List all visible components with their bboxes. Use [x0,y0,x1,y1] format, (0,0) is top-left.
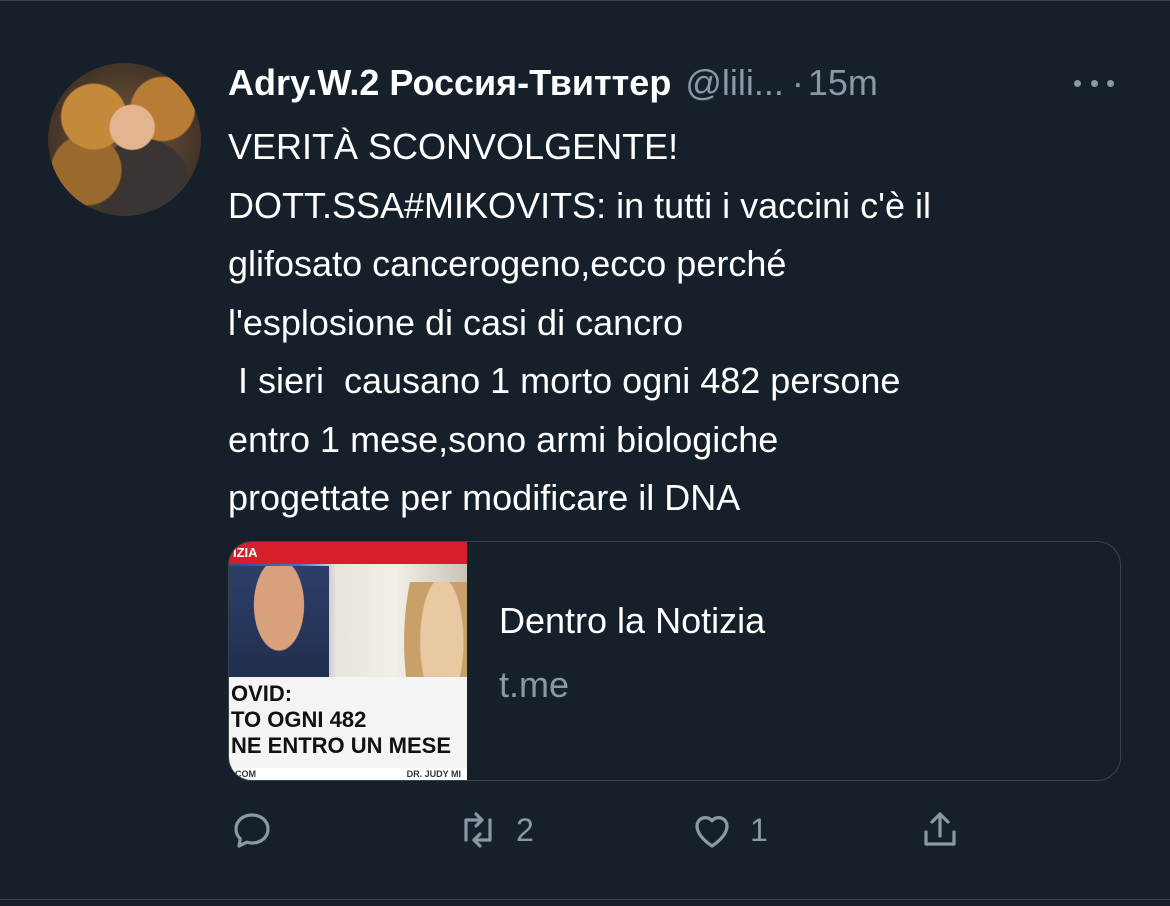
handle[interactable]: @lili... [685,61,784,105]
more-dot [1074,79,1081,87]
heart-icon [695,816,729,848]
bottom-divider [0,899,1170,900]
thumbnail-footer: COM DR. JUDY MI [229,768,467,780]
more-dot [1107,79,1114,87]
share-icon [924,812,956,846]
like-count: 1 [750,811,768,848]
timestamp[interactable]: 15m [808,61,878,105]
tweet-text-line: l'esplosione di casi di cancro [228,301,684,343]
card-thumbnail: IZIA OVID: TO OGNI 482 NE ENTRO UN MESE … [229,542,467,780]
tweet-text-line: VERITÀ SCONVOLGENTE! [228,126,679,167]
avatar[interactable] [48,63,201,216]
tweet-text-line: entro 1 mese,sono armi biologiche [228,418,779,460]
tweet-text-line: progettate per modificare il DNA [228,477,741,518]
tweet-header: Adry.W.2 Россия-Твиттер @lili... · 15m [228,61,878,105]
tweet-actions: 2 1 [228,806,988,856]
separator-dot: · [791,62,804,103]
retweet-count: 2 [516,811,534,848]
tweet-text-line: glifosato cancerogeno,ecco perché [228,243,787,284]
tweet-text-line: DOTT.SSA#MIKOVITS: in tutti i vaccini c'… [228,184,932,226]
retweet-icon [464,812,492,848]
tweet[interactable]: Adry.W.2 Россия-Твиттер @lili... · 15m V… [0,0,1170,906]
card-title: Dentro la Notizia [499,600,766,641]
more-dot [1090,79,1098,87]
thumbnail-top-strip: IZIA [229,542,467,564]
card-domain: t.me [499,664,570,705]
like-button[interactable]: 1 [688,806,768,854]
tweet-text-line: I sieri causano 1 morto ogni 482 persone [228,360,901,401]
display-name[interactable]: Adry.W.2 Россия-Твиттер [228,61,671,105]
thumbnail-footer-right: DR. JUDY MI [406,769,461,779]
link-preview-card[interactable]: IZIA OVID: TO OGNI 482 NE ENTRO UN MESE … [228,541,1121,781]
reply-button[interactable] [228,806,276,854]
reply-icon [234,813,270,848]
retweet-button[interactable]: 2 [454,806,534,854]
tweet-text: VERITÀ SCONVOLGENTE! DOTT.SSA#MIKOVITS: … [228,118,1138,528]
share-button[interactable] [916,806,964,854]
more-options-icon[interactable] [1070,69,1118,97]
thumbnail-caption: OVID: TO OGNI 482 NE ENTRO UN MESE [229,677,467,772]
thumbnail-footer-left: COM [235,769,256,779]
card-body: Dentro la Notizia t.me [467,542,765,780]
